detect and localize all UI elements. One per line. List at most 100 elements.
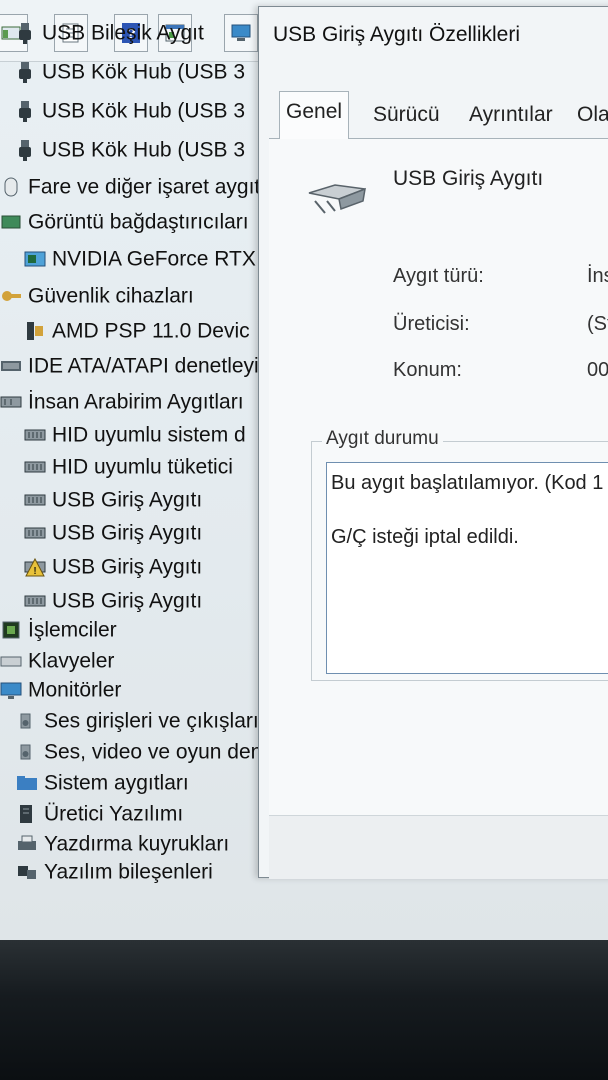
mouse-icon bbox=[0, 176, 22, 198]
tree-item[interactable]: IDE ATA/ATAPI denetleyi bbox=[0, 350, 259, 382]
tree-item-label: İşlemciler bbox=[28, 618, 117, 642]
keyboard-icon bbox=[0, 650, 22, 672]
tree-item-label: USB Kök Hub (USB 3 bbox=[42, 138, 246, 162]
device-type-label: Aygıt türü: bbox=[393, 265, 484, 287]
tree-item[interactable]: Fare ve diğer işaret aygıt bbox=[0, 171, 260, 203]
display-adapter-icon bbox=[0, 211, 22, 233]
tree-item[interactable]: Ses girişleri ve çıkışları bbox=[16, 705, 259, 737]
properties-dialog: USB Giriş Aygıtı Özellikleri Genel Sürüc… bbox=[258, 6, 608, 879]
hid-icon bbox=[0, 391, 22, 413]
hid-device-icon bbox=[24, 424, 46, 446]
printer-icon bbox=[16, 833, 38, 855]
status-line-2: G/Ç isteği iptal edildi. bbox=[331, 526, 519, 548]
svg-text:!: ! bbox=[33, 566, 36, 577]
tree-item-label: USB Kök Hub (USB 3 bbox=[42, 99, 246, 123]
manufacturer-label: Üreticisi: bbox=[393, 313, 470, 335]
software-component-icon bbox=[16, 861, 38, 883]
tree-item-label: HID uyumlu sistem d bbox=[52, 423, 246, 447]
hid-device-icon bbox=[24, 590, 46, 612]
speaker-icon bbox=[16, 741, 38, 763]
monitor-bezel bbox=[0, 940, 608, 1080]
tree-item-label: AMD PSP 11.0 Devic bbox=[52, 319, 250, 343]
monitor-icon bbox=[0, 679, 22, 701]
tree-item[interactable]: HID uyumlu sistem d bbox=[24, 419, 246, 451]
usb-plug-icon bbox=[14, 22, 36, 45]
location-value: 00 bbox=[587, 359, 608, 381]
tab-ayrintilar[interactable]: Ayrıntılar bbox=[463, 95, 559, 139]
firmware-icon bbox=[16, 803, 38, 825]
usb-plug-icon bbox=[14, 139, 36, 162]
tree-item-label: Yazılım bileşenleri bbox=[44, 860, 213, 884]
device-tree: USB Bileşik Aygıt USB Kök Hub (USB 3 USB K… bbox=[0, 21, 274, 932]
tree-item[interactable]: Yazılım bileşenleri bbox=[16, 856, 213, 888]
tree-item[interactable]: ! USB Giriş Aygıtı bbox=[24, 551, 202, 583]
screen: ? USB Bileşik Aygıt USB Kök Hub (USB 3 USB… bbox=[0, 0, 608, 945]
tree-item[interactable]: USB Bileşik Aygıt bbox=[14, 17, 204, 49]
dialog-button-bar bbox=[269, 815, 608, 879]
tree-item[interactable]: AMD PSP 11.0 Devic bbox=[24, 315, 250, 347]
tree-item[interactable]: Klavyeler bbox=[0, 645, 114, 677]
hid-device-icon bbox=[24, 489, 46, 511]
tree-item-label: Monitörler bbox=[28, 678, 122, 702]
tree-item-label: Görüntü bağdaştırıcıları bbox=[28, 210, 249, 234]
tree-item[interactable]: USB Giriş Aygıtı bbox=[24, 484, 202, 516]
dialog-title: USB Giriş Aygıtı Özellikleri bbox=[273, 23, 521, 46]
general-panel: USB Giriş Aygıtı Aygıt türü: İns Üretici… bbox=[269, 139, 608, 815]
folder-icon bbox=[16, 772, 38, 794]
tab-genel[interactable]: Genel bbox=[279, 91, 350, 140]
key-icon bbox=[0, 285, 22, 307]
ide-controller-icon bbox=[0, 355, 22, 377]
tree-item[interactable]: USB Kök Hub (USB 3 bbox=[14, 95, 245, 127]
status-line-1: Bu aygıt başlatılamıyor. (Kod 1 bbox=[331, 472, 604, 494]
tree-item[interactable]: Üretici Yazılımı bbox=[16, 798, 183, 830]
device-status-textbox[interactable]: Bu aygıt başlatılamıyor. (Kod 1 G/Ç iste… bbox=[326, 462, 608, 674]
location-label: Konum: bbox=[393, 359, 462, 381]
tree-item-label: IDE ATA/ATAPI denetleyi bbox=[28, 354, 259, 378]
tab-strip: Genel Sürücü Ayrıntılar Ola bbox=[269, 89, 608, 140]
device-name: USB Giriş Aygıtı bbox=[393, 167, 544, 190]
tree-item[interactable]: Sistem aygıtları bbox=[16, 767, 189, 799]
tree-item-label: Ses, video ve oyun dene bbox=[44, 740, 274, 764]
tree-item-label: USB Giriş Aygıtı bbox=[52, 488, 203, 512]
hid-device-icon bbox=[24, 522, 46, 544]
tree-item-label: İnsan Arabirim Aygıtları bbox=[28, 390, 244, 414]
tree-item[interactable]: Güvenlik cihazları bbox=[0, 280, 194, 312]
tree-item[interactable]: İşlemciler bbox=[0, 614, 117, 646]
tab-ola[interactable]: Ola bbox=[571, 95, 608, 139]
usb-plug-icon bbox=[14, 61, 36, 84]
tree-item[interactable]: NVIDIA GeForce RTX bbox=[24, 243, 256, 275]
usb-plug-icon bbox=[14, 100, 36, 123]
tree-item-label: Klavyeler bbox=[28, 649, 115, 673]
hid-device-icon bbox=[24, 456, 46, 478]
processor-icon bbox=[0, 619, 22, 641]
tree-item-label: USB Giriş Aygıtı bbox=[52, 521, 203, 545]
tree-item-label: USB Bileşik Aygıt bbox=[42, 21, 204, 45]
tree-item-label: Sistem aygıtları bbox=[44, 771, 189, 795]
tree-item[interactable]: HID uyumlu tüketici bbox=[24, 451, 233, 483]
tree-item[interactable]: Ses, video ve oyun dene bbox=[16, 736, 274, 768]
gpu-icon bbox=[24, 248, 46, 270]
tree-item-label: Ses girişleri ve çıkışları bbox=[44, 709, 259, 733]
tree-item-label: Fare ve diğer işaret aygıt bbox=[28, 175, 261, 199]
tree-item-label: USB Giriş Aygıtı bbox=[52, 589, 203, 613]
device-status-label: Aygıt durumu bbox=[322, 428, 443, 450]
tree-item[interactable]: USB Kök Hub (USB 3 bbox=[14, 56, 245, 88]
scan-hardware-icon[interactable] bbox=[224, 14, 258, 52]
tree-item[interactable]: Monitörler bbox=[0, 674, 121, 706]
tab-surucu[interactable]: Sürücü bbox=[367, 95, 446, 139]
device-type-value: İns bbox=[587, 265, 608, 287]
tree-item[interactable]: İnsan Arabirim Aygıtları bbox=[0, 386, 244, 418]
tree-item[interactable]: USB Giriş Aygıtı bbox=[24, 585, 202, 617]
tree-item-label: USB Kök Hub (USB 3 bbox=[42, 60, 246, 84]
security-chip-icon bbox=[24, 320, 46, 342]
manufacturer-value: (St bbox=[587, 313, 608, 335]
tree-item-label: HID uyumlu tüketici bbox=[52, 455, 233, 479]
hid-warning-icon: ! bbox=[24, 556, 46, 578]
tree-item-label: USB Giriş Aygıtı bbox=[52, 555, 203, 579]
speaker-icon bbox=[16, 710, 38, 732]
device-status-group: Aygıt durumu Bu aygıt başlatılamıyor. (K… bbox=[311, 428, 608, 681]
tree-item[interactable]: Görüntü bağdaştırıcıları bbox=[0, 206, 249, 238]
tree-item-label: Güvenlik cihazları bbox=[28, 284, 194, 308]
tree-item[interactable]: USB Kök Hub (USB 3 bbox=[14, 134, 245, 166]
tree-item[interactable]: USB Giriş Aygıtı bbox=[24, 517, 202, 549]
